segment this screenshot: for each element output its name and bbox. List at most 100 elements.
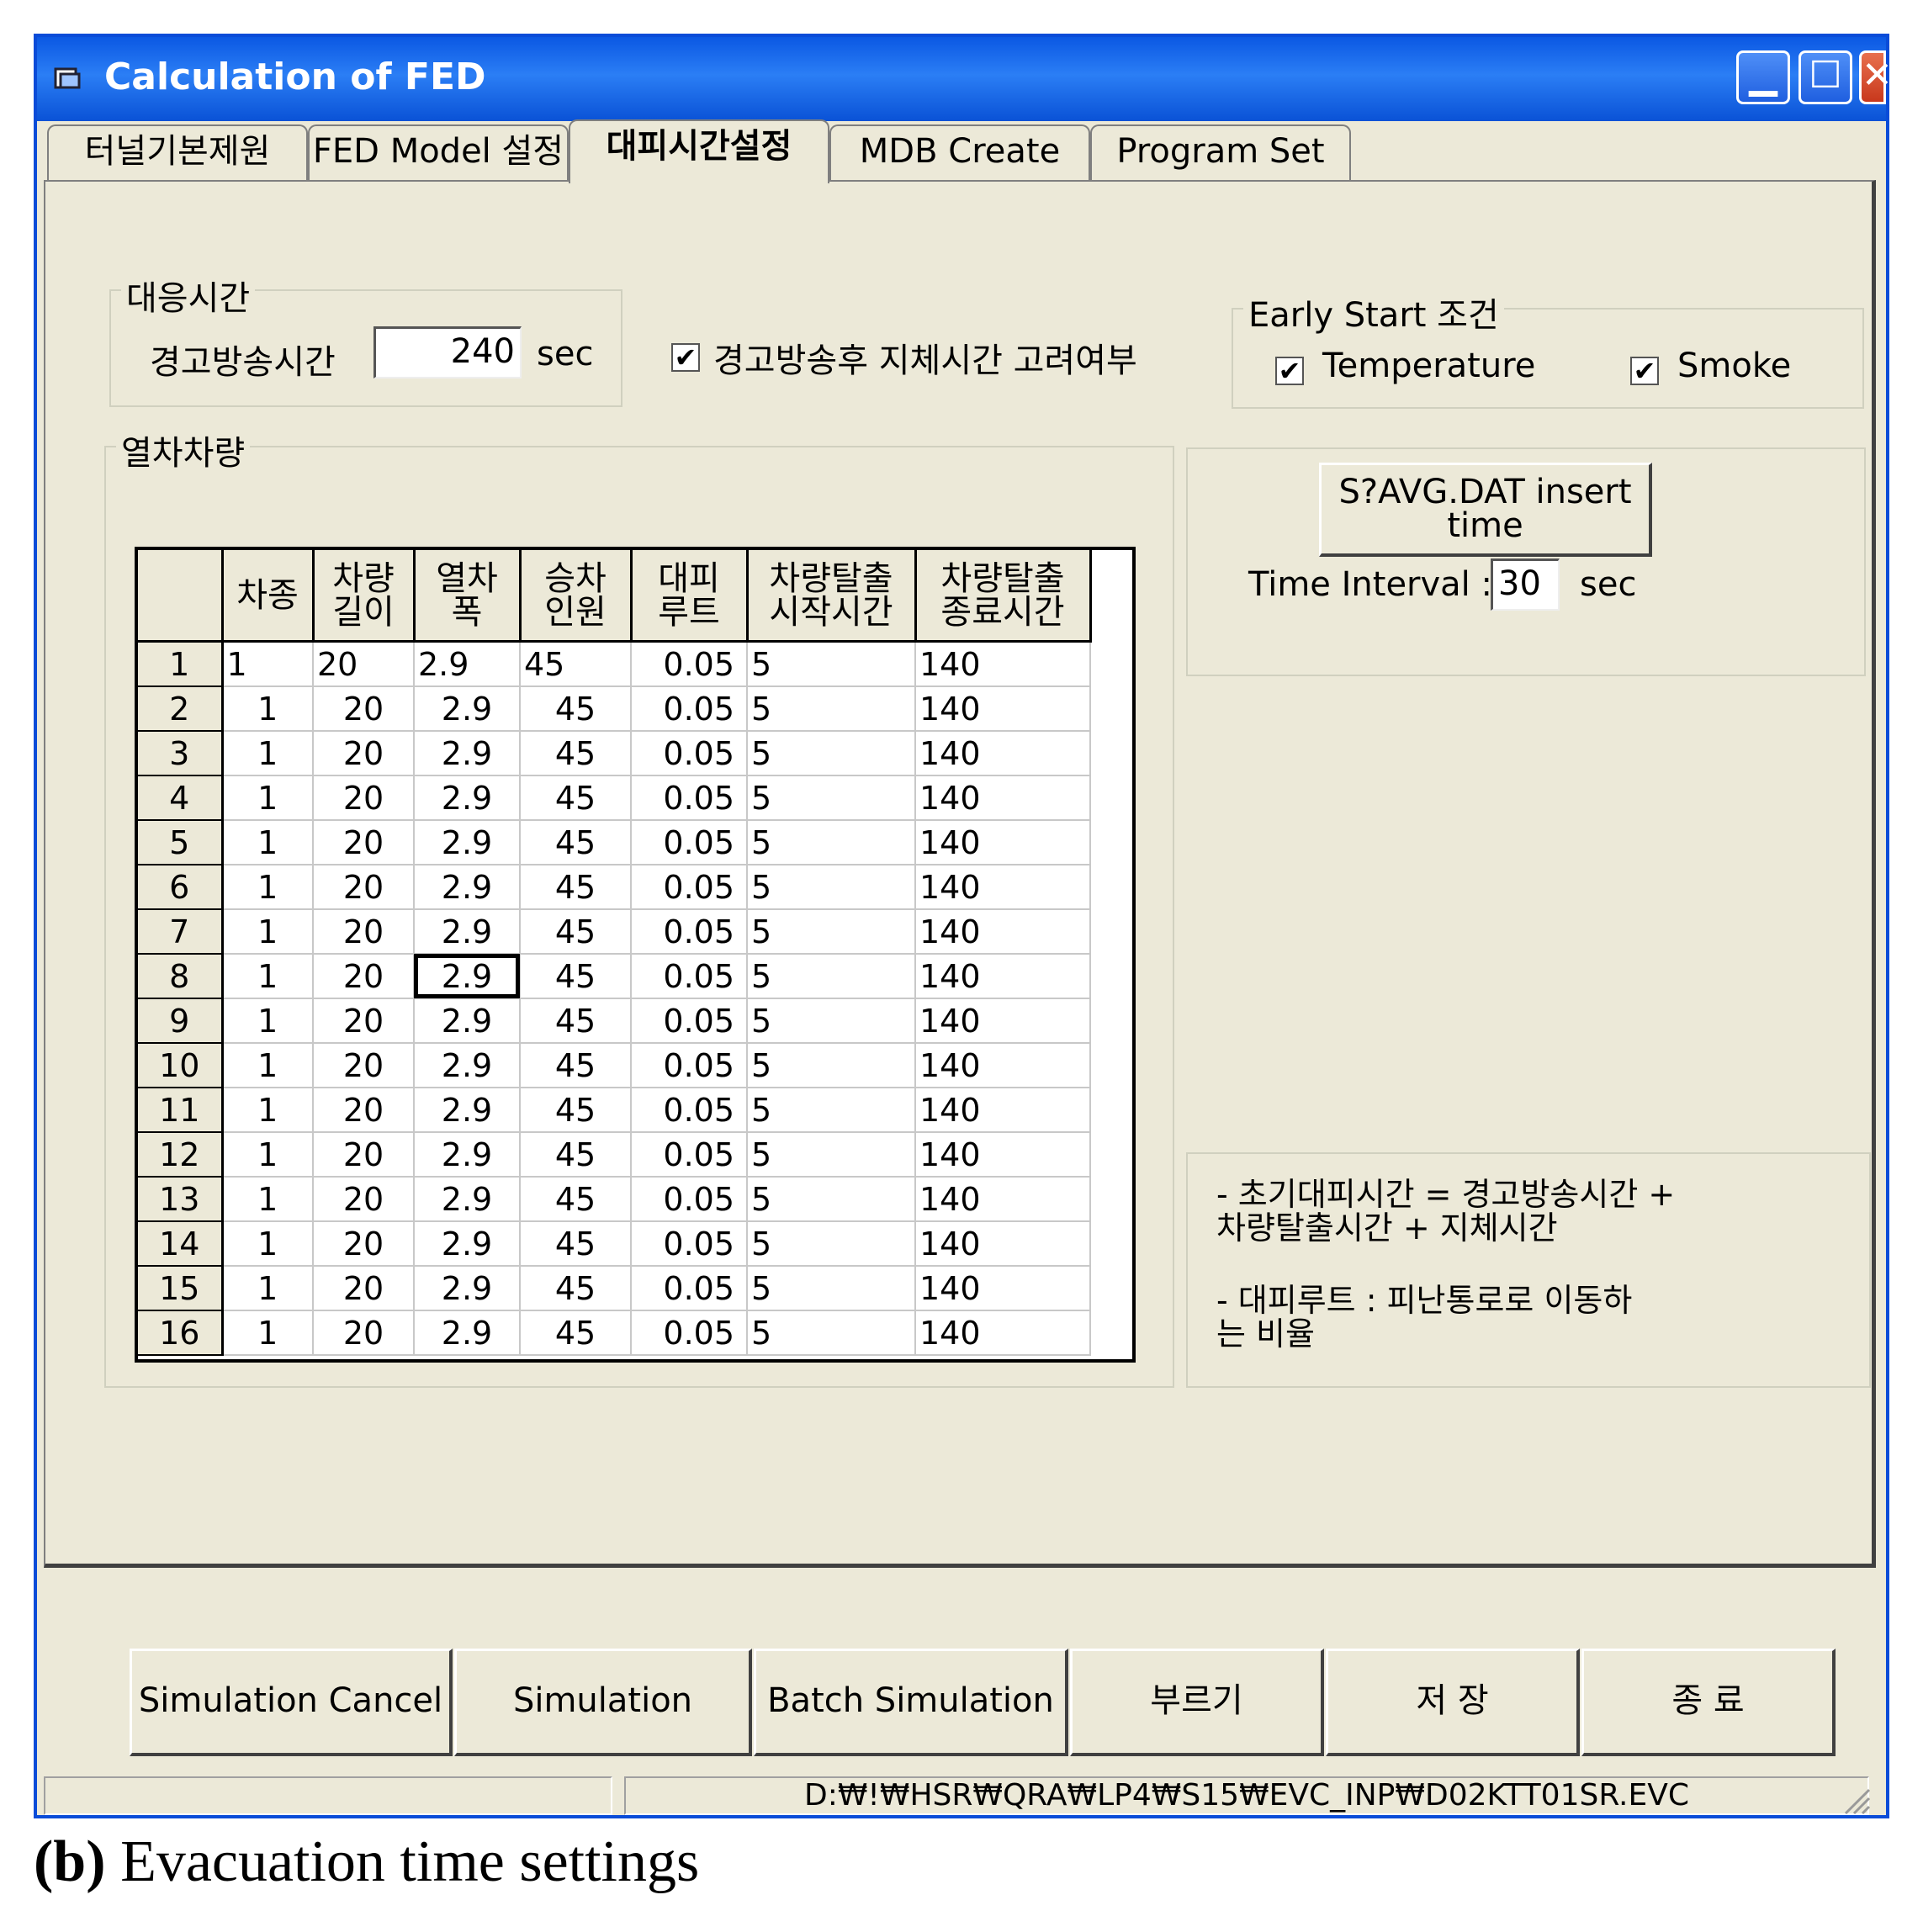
grid-cell[interactable]: 2.9 (414, 775, 521, 821)
grid-cell[interactable]: 5 (747, 1221, 916, 1267)
grid-cell[interactable]: 20 (313, 820, 415, 865)
grid-cell[interactable]: 5 (747, 775, 916, 821)
grid-cell[interactable]: 0.05 (631, 1088, 748, 1133)
table-row[interactable]: 14 1 20 2.9 45 0.05 5 140 (138, 1221, 1091, 1267)
grid-cell[interactable]: 20 (313, 775, 415, 821)
grid-cell[interactable]: 2.9 (414, 1221, 521, 1267)
column-header[interactable]: 차종 (222, 550, 315, 643)
grid-cell[interactable]: 0.05 (631, 1221, 748, 1267)
grid-cell[interactable]: 1 (222, 820, 314, 865)
grid-cell[interactable]: 20 (313, 641, 415, 687)
grid-cell[interactable]: 1 (222, 1221, 314, 1267)
grid-cell[interactable]: 2.9 (414, 1310, 521, 1356)
grid-cell[interactable]: 140 (915, 820, 1091, 865)
table-row[interactable]: 4 1 20 2.9 45 0.05 5 140 (138, 775, 1091, 821)
grid-cell[interactable]: 140 (915, 954, 1091, 999)
grid-cell[interactable]: 20 (313, 1043, 415, 1088)
grid-cell[interactable]: 0.05 (631, 909, 748, 955)
grid-cell[interactable]: 45 (520, 954, 632, 999)
grid-cell[interactable]: 0.05 (631, 954, 748, 999)
row-header[interactable]: 4 (138, 775, 224, 821)
grid-cell[interactable]: 140 (915, 686, 1091, 732)
grid-cell[interactable]: 140 (915, 1266, 1091, 1311)
grid-cell[interactable]: 0.05 (631, 865, 748, 910)
grid-cell[interactable]: 5 (747, 909, 916, 955)
grid-cell[interactable]: 20 (313, 1177, 415, 1222)
grid-cell[interactable]: 2.9 (414, 998, 521, 1044)
grid-cell[interactable]: 1 (222, 775, 314, 821)
grid-cell[interactable]: 5 (747, 998, 916, 1044)
resize-grip-icon[interactable] (1841, 1785, 1871, 1815)
grid-cell[interactable]: 45 (520, 1132, 632, 1178)
grid-cell[interactable]: 20 (313, 865, 415, 910)
grid-cell[interactable]: 140 (915, 1132, 1091, 1178)
delay-checkbox[interactable]: ✔ (671, 343, 700, 372)
grid-cell[interactable]: 140 (915, 1088, 1091, 1133)
tab-mdb-create[interactable]: MDB Create (829, 124, 1090, 180)
simulation-cancel-button[interactable]: Simulation Cancel (130, 1649, 453, 1756)
grid-cell[interactable]: 0.05 (631, 1132, 748, 1178)
table-row[interactable]: 1 1 20 2.9 45 0.05 5 140 (138, 641, 1091, 687)
table-row[interactable]: 9 1 20 2.9 45 0.05 5 140 (138, 998, 1091, 1044)
row-header[interactable]: 5 (138, 820, 224, 865)
table-row[interactable]: 6 1 20 2.9 45 0.05 5 140 (138, 865, 1091, 910)
grid-cell[interactable]: 140 (915, 865, 1091, 910)
grid-cell[interactable]: 2.9 (414, 1132, 521, 1178)
grid-cell[interactable]: 20 (313, 954, 415, 999)
grid-cell[interactable]: 5 (747, 865, 916, 910)
grid-cell[interactable]: 45 (520, 1310, 632, 1356)
row-header[interactable]: 11 (138, 1088, 224, 1133)
batch-simulation-button[interactable]: Batch Simulation (754, 1649, 1068, 1756)
grid-cell[interactable]: 20 (313, 998, 415, 1044)
table-row[interactable]: 16 1 20 2.9 45 0.05 5 140 (138, 1310, 1091, 1356)
grid-cell[interactable]: 20 (313, 1310, 415, 1356)
grid-cell[interactable]: 1 (222, 731, 314, 776)
grid-cell[interactable]: 45 (520, 686, 632, 732)
grid-cell[interactable]: 1 (222, 954, 314, 999)
tab-evacuation-time[interactable]: 대피시간설정 (569, 119, 829, 183)
table-row[interactable]: 5 1 20 2.9 45 0.05 5 140 (138, 820, 1091, 865)
grid-cell[interactable]: 140 (915, 1221, 1091, 1267)
minimize-button[interactable]: ▁ (1736, 50, 1790, 104)
table-row[interactable]: 11 1 20 2.9 45 0.05 5 140 (138, 1088, 1091, 1133)
column-header[interactable]: 차량 길이 (313, 550, 416, 643)
grid-cell-selected[interactable]: 2.9 (414, 954, 521, 999)
grid-cell[interactable]: 45 (520, 865, 632, 910)
close-button[interactable]: ✕ (1859, 50, 1893, 104)
grid-cell[interactable]: 2.9 (414, 1088, 521, 1133)
grid-cell[interactable]: 5 (747, 641, 916, 687)
column-header[interactable]: 대피 루트 (631, 550, 749, 643)
row-header[interactable]: 16 (138, 1310, 224, 1356)
row-header[interactable]: 12 (138, 1132, 224, 1178)
grid-cell[interactable]: 140 (915, 909, 1091, 955)
tab-fed-model[interactable]: FED Model 설정 (308, 124, 569, 180)
grid-cell[interactable]: 1 (222, 686, 314, 732)
table-row[interactable]: 12 1 20 2.9 45 0.05 5 140 (138, 1132, 1091, 1178)
grid-cell[interactable]: 1 (222, 1310, 314, 1356)
load-button[interactable]: 부르기 (1070, 1649, 1324, 1756)
grid-cell[interactable]: 2.9 (414, 641, 521, 687)
grid-cell[interactable]: 20 (313, 1132, 415, 1178)
grid-cell[interactable]: 140 (915, 731, 1091, 776)
warning-broadcast-input[interactable]: 240 (373, 326, 522, 378)
grid-cell[interactable]: 140 (915, 775, 1091, 821)
table-row[interactable]: 7 1 20 2.9 45 0.05 5 140 (138, 909, 1091, 955)
maximize-button[interactable]: ☐ (1799, 50, 1852, 104)
grid-cell[interactable]: 5 (747, 731, 916, 776)
grid-cell[interactable]: 1 (222, 865, 314, 910)
grid-cell[interactable]: 20 (313, 731, 415, 776)
row-header[interactable]: 9 (138, 998, 224, 1044)
grid-cell[interactable]: 45 (520, 909, 632, 955)
grid-cell[interactable]: 20 (313, 1266, 415, 1311)
grid-cell[interactable]: 0.05 (631, 1177, 748, 1222)
grid-cell[interactable]: 45 (520, 1221, 632, 1267)
grid-cell[interactable]: 1 (222, 641, 314, 687)
column-header[interactable]: 차량탈출 시작시간 (747, 550, 917, 643)
grid-cell[interactable]: 140 (915, 1177, 1091, 1222)
grid-cell[interactable]: 0.05 (631, 686, 748, 732)
grid-cell[interactable]: 5 (747, 1088, 916, 1133)
table-row[interactable]: 2 1 20 2.9 45 0.05 5 140 (138, 686, 1091, 732)
tab-program-set[interactable]: Program Set (1090, 124, 1351, 180)
grid-cell[interactable]: 0.05 (631, 641, 748, 687)
grid-cell[interactable]: 5 (747, 686, 916, 732)
